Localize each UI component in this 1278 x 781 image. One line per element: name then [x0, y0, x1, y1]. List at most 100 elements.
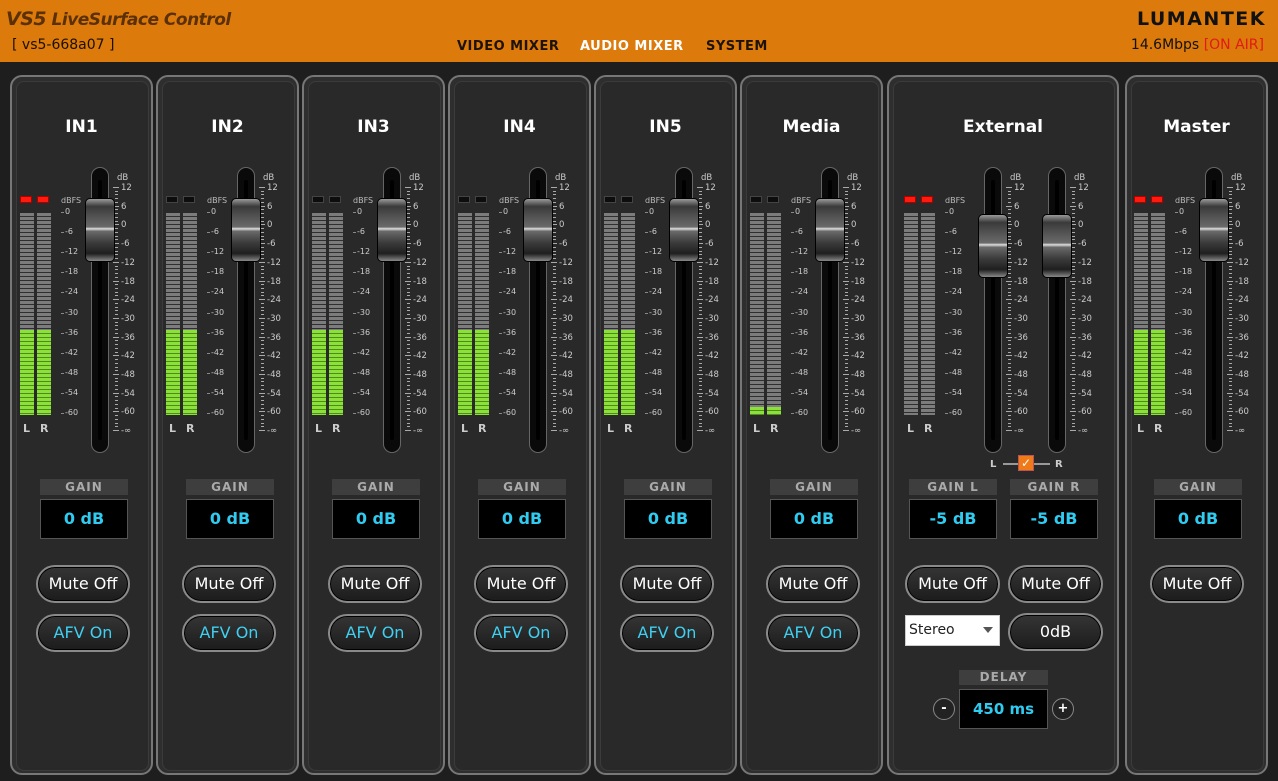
ch-in1-fader-tick: 12: [121, 183, 132, 193]
ch-in2-dbfs-tick: -60: [206, 408, 225, 417]
external-l-fader-track[interactable]: [984, 167, 1002, 453]
ch-in3-gain-value[interactable]: 0 dB: [332, 499, 420, 539]
external-dbfs-tick: -30: [944, 307, 963, 317]
nav-audio-mixer[interactable]: AUDIO MIXER: [580, 39, 684, 54]
scale-tick: [407, 287, 410, 289]
ch-media-dbfs-tick: -54: [790, 387, 809, 397]
master-fader-knob[interactable]: [1199, 198, 1229, 262]
ch-in3-mute-button[interactable]: Mute Off: [328, 565, 422, 603]
scale-tick: [845, 359, 848, 361]
external-l-fader-knob[interactable]: [978, 214, 1008, 278]
external-link-checkbox[interactable]: ✓: [1018, 455, 1034, 471]
external-l-fader-tick: 6: [1014, 201, 1020, 212]
scale-tick: [699, 201, 702, 203]
scale-tick: [261, 314, 264, 316]
ch-in2-gain-value[interactable]: 0 dB: [186, 499, 274, 539]
external-gain-r-value[interactable]: -5 dB: [1010, 499, 1098, 539]
ch-media-fader-knob[interactable]: [815, 198, 845, 262]
ch-in1-fader-knob[interactable]: [85, 198, 115, 262]
scale-tick: [405, 317, 411, 319]
ch-in5-fader-tick: -54: [705, 388, 719, 399]
external-r-fader-tick: -30: [1078, 313, 1092, 324]
external-r-fader-knob[interactable]: [1042, 214, 1072, 278]
scale-tick: [553, 407, 556, 409]
master-gain-value[interactable]: 0 dB: [1154, 499, 1242, 539]
ch-in5-afv-button[interactable]: AFV On: [620, 614, 714, 652]
ch-in2-mute-button[interactable]: Mute Off: [182, 565, 276, 603]
ch-in1-gain-value[interactable]: 0 dB: [40, 499, 128, 539]
ch-in5-gain-value[interactable]: 0 dB: [624, 499, 712, 539]
scale-tick: [553, 295, 556, 297]
external-l-fader-tick: -36: [1014, 332, 1028, 343]
ch-in4-mute-button[interactable]: Mute Off: [474, 565, 568, 603]
external-mute-r-button[interactable]: Mute Off: [1008, 565, 1103, 603]
external-meter-l: [904, 213, 918, 415]
scale-tick: [261, 347, 264, 349]
ch-in5-mute-button[interactable]: Mute Off: [620, 565, 714, 603]
ch-in3-meter-l: [312, 213, 326, 415]
external-trim-button[interactable]: 0dB: [1008, 613, 1103, 651]
scale-tick: [115, 258, 118, 260]
ch-media-mute-button[interactable]: Mute Off: [766, 565, 860, 603]
master-meter-l: [1134, 213, 1148, 415]
scale-tick: [845, 198, 848, 200]
ch-in5-fader-knob[interactable]: [669, 198, 699, 262]
ch-media-afv-button[interactable]: AFV On: [766, 614, 860, 652]
scale-tick: [261, 201, 264, 203]
scale-tick: [845, 415, 848, 417]
scale-tick: [1072, 287, 1075, 289]
ch-in2-fader-knob[interactable]: [231, 198, 261, 262]
ch-in4-fader-tick: -24: [559, 295, 573, 306]
scale-tick: [699, 366, 702, 368]
scale-tick: [845, 273, 848, 275]
scale-tick: [259, 299, 265, 301]
scale-tick: [115, 213, 118, 215]
ch-in3-fader-knob[interactable]: [377, 198, 407, 262]
ch-in3-fader-tick: -18: [413, 276, 427, 287]
external-mode-select[interactable]: Stereo: [905, 615, 1000, 646]
ch-in2-fader-tick: -48: [267, 370, 281, 380]
scale-tick: [553, 377, 556, 379]
ch-in3-dbfs-tick: -42: [352, 347, 371, 357]
ch-media-gain-value[interactable]: 0 dB: [770, 499, 858, 539]
scale-tick: [115, 400, 118, 402]
nav-video-mixer[interactable]: VIDEO MIXER: [457, 39, 559, 54]
delay-minus-button[interactable]: -: [933, 698, 955, 720]
scale-tick: [407, 377, 410, 379]
scale-tick: [405, 280, 411, 282]
ch-in3-afv-button[interactable]: AFV On: [328, 614, 422, 652]
app-title: VS5 LiveSurface Control: [6, 8, 231, 30]
master-fader-tick: 0: [1235, 220, 1241, 231]
scale-tick: [261, 362, 264, 364]
ch-in4-fader-knob[interactable]: [523, 198, 553, 262]
ch-in2-afv-button[interactable]: AFV On: [182, 614, 276, 652]
scale-tick: [113, 336, 119, 338]
scale-tick: [843, 280, 849, 282]
scale-tick: [699, 302, 702, 304]
ch-in3-label-r: R: [332, 422, 341, 435]
ch-in4-gain-value[interactable]: 0 dB: [478, 499, 566, 539]
external-mute-l-button[interactable]: Mute Off: [905, 565, 1000, 603]
scale-tick: [1229, 385, 1232, 387]
ch-in4-gain-label: GAIN: [478, 479, 566, 495]
ch-in1-afv-button[interactable]: AFV On: [36, 614, 130, 652]
ch-in1-mute-button[interactable]: Mute Off: [36, 565, 130, 603]
scale-tick: [1008, 220, 1011, 222]
external-r-fader-track[interactable]: [1048, 167, 1066, 453]
scale-tick: [845, 269, 848, 271]
scale-tick: [553, 329, 556, 331]
external-r-fader-tick: -12: [1078, 257, 1092, 268]
ch-in4-afv-button[interactable]: AFV On: [474, 614, 568, 652]
delay-plus-button[interactable]: +: [1052, 698, 1074, 720]
scale-tick: [1072, 302, 1075, 304]
external-delay-value[interactable]: 450 ms: [959, 689, 1048, 729]
external-gain-l-value[interactable]: -5 dB: [909, 499, 997, 539]
scale-tick: [115, 325, 118, 327]
scale-tick: [845, 265, 848, 267]
scale-tick: [1229, 418, 1232, 420]
master-mute-button[interactable]: Mute Off: [1150, 565, 1244, 603]
nav-system[interactable]: SYSTEM: [706, 39, 768, 54]
scale-tick: [699, 347, 702, 349]
scale-tick: [1229, 325, 1232, 327]
ch-in5-meter-l-level: [604, 330, 618, 415]
